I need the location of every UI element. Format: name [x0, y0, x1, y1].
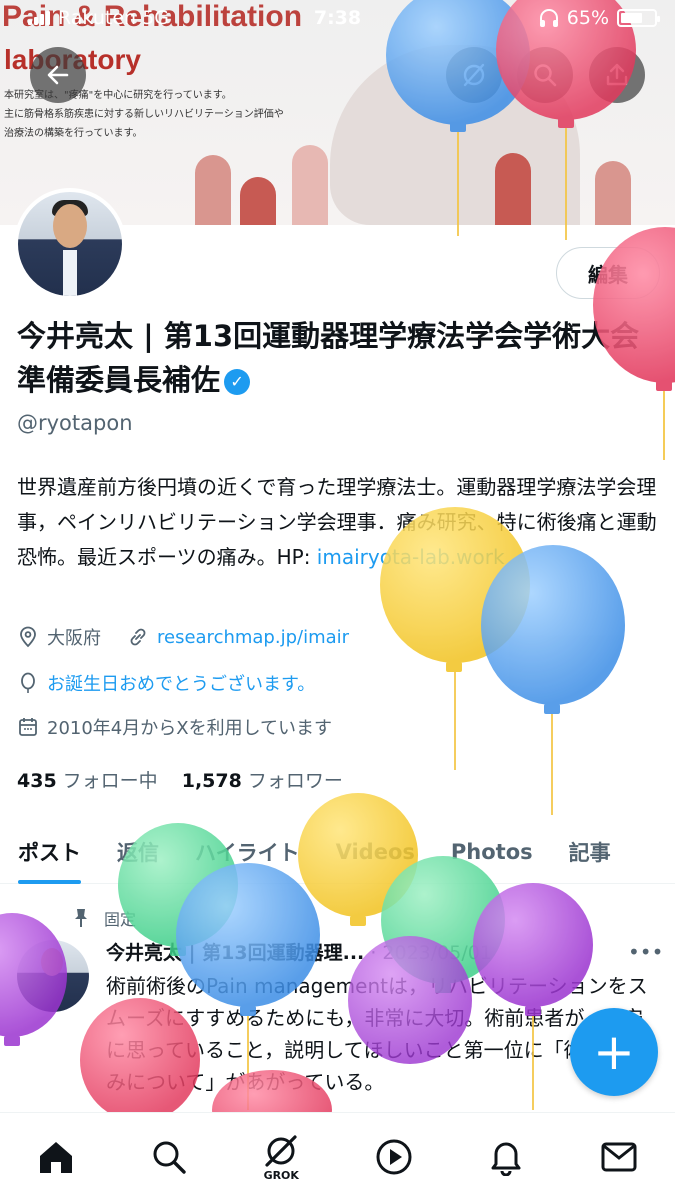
- bottom-nav: GROK: [0, 1112, 675, 1200]
- compose-post-button[interactable]: +: [570, 1008, 658, 1096]
- mail-icon: [601, 1142, 637, 1171]
- home-icon: [40, 1141, 73, 1173]
- pinned-label: 固定: [104, 910, 137, 929]
- grok-icon: [463, 63, 485, 87]
- post-date: 2023/05/01: [382, 942, 492, 964]
- tab-photos[interactable]: Photos: [433, 820, 551, 884]
- website-link[interactable]: researchmap.jp/imair: [157, 627, 349, 648]
- tab-posts[interactable]: ポスト: [0, 820, 99, 884]
- pinned-indicator: 固定: [72, 906, 136, 930]
- status-right: 65%: [539, 7, 660, 29]
- profile-meta-row: 大阪府 researchmap.jp/imair: [17, 624, 349, 650]
- banner-illustration-figure: [595, 161, 631, 225]
- status-bar: Rakuten 5G 7:38 65%: [0, 0, 675, 40]
- balloon-blue-mid: [481, 545, 625, 815]
- follow-stats: 435 フォロー中 1,578 フォロワー: [17, 766, 343, 793]
- tab-videos[interactable]: Videos: [318, 820, 433, 884]
- nav-notifications[interactable]: [466, 1117, 546, 1197]
- profile-bio: 世界遺産前方後円墳の近くで育った理学療法士。運動器理学療法学会理事，ペインリハビ…: [17, 470, 662, 575]
- post-author[interactable]: 今井亮太 | 第13回運動器理...: [106, 942, 364, 964]
- followers-count: 1,578: [181, 770, 242, 792]
- profile-name-text: 今井亮太 | 第13回運動器理学療法学会学術大会準備委員長補佐: [17, 319, 640, 397]
- calendar-icon: [17, 716, 39, 738]
- tab-replies[interactable]: 返信: [99, 820, 177, 884]
- grok-button[interactable]: [446, 47, 502, 103]
- profile-avatar[interactable]: [14, 188, 126, 300]
- tab-highlights[interactable]: ハイライト: [177, 820, 318, 884]
- back-arrow-icon: [47, 65, 69, 85]
- headphones-icon: [539, 9, 558, 27]
- nav-video[interactable]: [354, 1117, 434, 1197]
- bell-icon: [491, 1142, 521, 1176]
- joined-row: 2010年4月からXを利用しています: [17, 714, 332, 740]
- profile-tabs: ポスト 返信 ハイライト Videos Photos 記事: [0, 820, 675, 884]
- banner-illustration-figure: [195, 155, 231, 225]
- birthday-row: お誕生日おめでとうございます。: [17, 670, 315, 696]
- banner-illustration-figure: [292, 145, 328, 225]
- nav-search[interactable]: [129, 1117, 209, 1197]
- verified-badge-icon[interactable]: ✓: [224, 369, 251, 395]
- followers-label: フォロワー: [247, 770, 343, 792]
- location-text: 大阪府: [47, 628, 101, 649]
- link-icon: [127, 626, 149, 648]
- followers-link[interactable]: 1,578 フォロワー: [182, 770, 343, 792]
- following-count: 435: [17, 770, 57, 792]
- birthday-text[interactable]: お誕生日おめでとうございます。: [47, 670, 315, 696]
- banner-illustration-figure: [495, 153, 531, 225]
- pin-icon: [75, 909, 87, 927]
- share-icon: [606, 63, 628, 86]
- share-button[interactable]: [589, 47, 645, 103]
- balloon-icon: [17, 672, 39, 694]
- edit-profile-button[interactable]: 編集: [556, 247, 660, 299]
- tab-articles[interactable]: 記事: [551, 820, 629, 884]
- search-icon: [153, 1141, 186, 1174]
- following-label: フォロー中: [62, 770, 158, 792]
- post-header: 今井亮太 | 第13回運動器理... · 2023/05/01: [106, 942, 492, 964]
- banner-subtitle-line: 主に筋骨格系筋疾患に対する新しいリハビリテーション評価や: [4, 109, 284, 120]
- nav-messages[interactable]: [579, 1117, 659, 1197]
- profile-handle: @ryotapon: [17, 411, 133, 435]
- joined-text: 2010年4月からXを利用しています: [47, 718, 333, 739]
- back-button[interactable]: [30, 47, 86, 103]
- nav-home[interactable]: [16, 1117, 96, 1197]
- profile-name: 今井亮太 | 第13回運動器理学療法学会学術大会準備委員長補佐 ✓: [17, 314, 667, 402]
- search-button[interactable]: [517, 47, 573, 103]
- banner-illustration-figure: [240, 177, 276, 225]
- search-icon: [534, 64, 557, 87]
- battery-percent: 65%: [566, 7, 609, 29]
- bio-link[interactable]: imairyota-lab.work: [317, 545, 505, 569]
- nav-grok[interactable]: GROK: [241, 1117, 321, 1197]
- post-more-button[interactable]: •••: [628, 940, 663, 964]
- grok-icon: [265, 1135, 297, 1167]
- post-body[interactable]: 術前術後のPain managementは，リハビリテーションをスムーズにすすめ…: [106, 970, 651, 1098]
- post-avatar[interactable]: [17, 940, 89, 1012]
- play-icon: [376, 1139, 412, 1174]
- following-link[interactable]: 435 フォロー中: [17, 770, 158, 792]
- location-icon: [17, 626, 39, 648]
- grok-label: GROK: [263, 1169, 299, 1182]
- battery-icon: [617, 9, 660, 27]
- banner-subtitle-line: 治療法の構築を行っています。: [4, 128, 143, 139]
